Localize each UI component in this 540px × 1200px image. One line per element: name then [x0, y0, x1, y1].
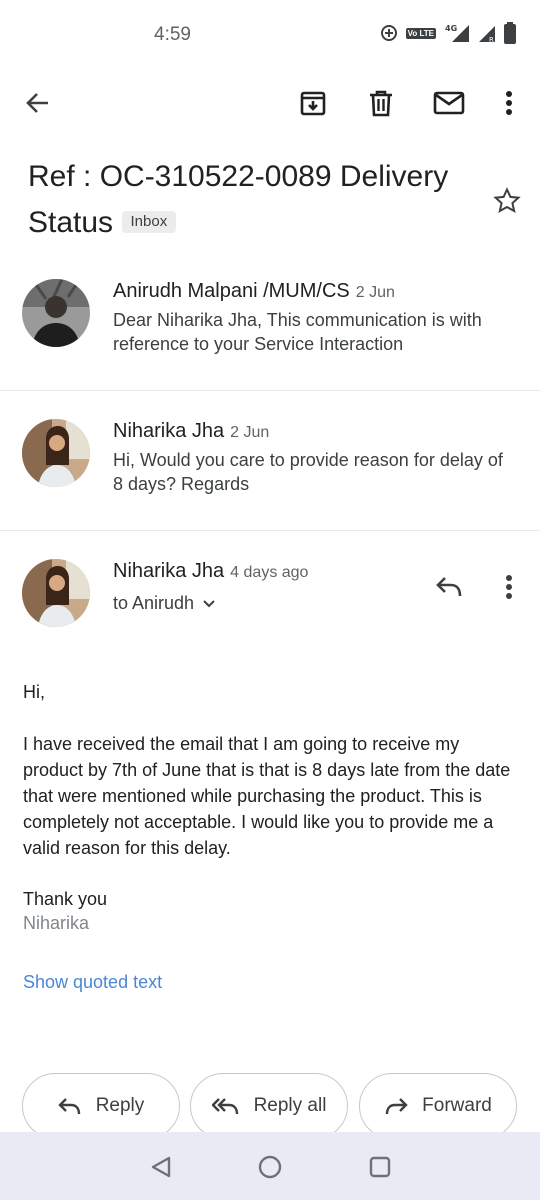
sender-line: Anirudh Malpani /MUM/CS 2 Jun	[113, 280, 395, 303]
message-more-button[interactable]	[492, 570, 526, 604]
svg-text:R: R	[489, 36, 494, 43]
delete-button[interactable]	[364, 86, 398, 120]
reply-all-label: Reply all	[253, 1095, 327, 1116]
archive-icon	[300, 91, 326, 116]
message-snippet: Dear Niharika Jha, This communication is…	[113, 310, 482, 354]
star-outline-icon	[493, 187, 521, 213]
message-snippet: Hi, Would you care to provide reason for…	[113, 450, 503, 494]
status-bar: 4:59 Vo LTE 4G R	[0, 0, 540, 72]
archive-button[interactable]	[296, 86, 330, 120]
circle-home-icon	[258, 1155, 282, 1179]
message-date: 2 Jun	[230, 424, 270, 441]
back-arrow-icon	[26, 93, 48, 113]
message-date: 4 days ago	[230, 564, 309, 581]
inbox-label-chip[interactable]: Inbox	[121, 211, 177, 233]
sender-name: Niharika Jha	[113, 560, 225, 582]
body-paragraph: I have received the email that I am goin…	[23, 734, 511, 858]
star-button[interactable]	[490, 184, 524, 218]
avatar	[22, 279, 90, 347]
nav-home-button[interactable]	[255, 1152, 285, 1182]
toolbar	[0, 72, 540, 134]
forward-button[interactable]: Forward	[359, 1073, 517, 1139]
forward-icon	[385, 1098, 408, 1115]
forward-label: Forward	[422, 1095, 492, 1116]
reply-icon	[436, 577, 462, 597]
more-options-button[interactable]	[492, 86, 526, 120]
triangle-back-icon	[151, 1156, 171, 1178]
divider	[0, 390, 540, 391]
avatar	[22, 419, 90, 487]
back-button[interactable]	[21, 86, 55, 120]
avatar	[22, 559, 90, 627]
reply-button[interactable]: Reply	[22, 1073, 180, 1139]
chevron-down-icon	[203, 599, 215, 607]
sender-line: Niharika Jha 2 Jun	[113, 420, 269, 443]
mail-icon	[433, 91, 465, 115]
svg-text:4G: 4G	[445, 24, 457, 33]
battery-icon	[504, 22, 516, 44]
nav-back-button[interactable]	[146, 1152, 176, 1182]
status-icons: Vo LTE 4G R	[380, 22, 516, 44]
message-item-collapsed[interactable]: Anirudh Malpani /MUM/CS 2 Jun Dear Nihari…	[0, 270, 540, 390]
trash-icon	[370, 90, 392, 117]
sender-line: Niharika Jha 4 days ago	[113, 560, 308, 583]
sender-name: Anirudh Malpani /MUM/CS	[113, 280, 350, 302]
recipients-toggle[interactable]: to Anirudh	[113, 593, 216, 614]
data-saver-icon	[380, 24, 398, 42]
square-recents-icon	[369, 1156, 391, 1178]
reply-icon-button[interactable]	[432, 570, 466, 604]
nav-recents-button[interactable]	[365, 1152, 395, 1182]
email-subject: Ref : OC-310522-0089 Delivery Status	[28, 160, 449, 239]
recipient-text: to Anirudh	[113, 593, 195, 613]
body-greeting: Hi,	[23, 682, 45, 702]
reply-label: Reply	[95, 1095, 145, 1116]
signal-icon: R	[478, 23, 496, 43]
volte-icon: Vo LTE	[405, 27, 436, 39]
reply-all-icon	[211, 1098, 238, 1115]
system-navigation-bar	[0, 1132, 540, 1200]
reply-icon	[58, 1098, 80, 1115]
sender-name: Niharika Jha	[113, 420, 225, 442]
more-vert-icon	[506, 575, 512, 599]
body-closing: Thank you	[23, 889, 108, 909]
network-4g-icon: 4G	[444, 23, 470, 43]
divider	[0, 530, 540, 531]
mark-unread-button[interactable]	[432, 86, 466, 120]
more-vert-icon	[506, 91, 512, 115]
show-quoted-text-link[interactable]: Show quoted text	[23, 972, 162, 993]
message-item-collapsed[interactable]: Niharika Jha 2 Jun Hi, Would you care to …	[0, 410, 540, 530]
signature: Niharika	[23, 913, 90, 933]
message-date: 2 Jun	[355, 284, 395, 301]
status-time: 4:59	[154, 24, 191, 45]
subject-block: Ref : OC-310522-0089 Delivery Status Inb…	[28, 154, 478, 246]
reply-all-button[interactable]: Reply all	[190, 1073, 348, 1139]
